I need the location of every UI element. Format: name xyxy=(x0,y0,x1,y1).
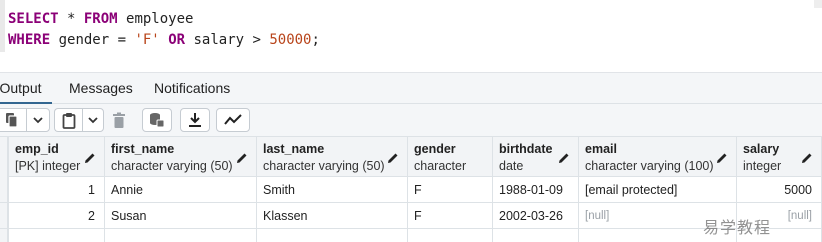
download-icon xyxy=(188,112,202,128)
trash-icon xyxy=(112,112,126,129)
chevron-down-icon xyxy=(88,116,98,124)
column-last-name: last_name character varying (50) Smith K… xyxy=(256,137,407,242)
table-cell[interactable]: 2002-03-26 xyxy=(493,203,578,229)
pencil-icon[interactable] xyxy=(236,151,248,169)
table-cell[interactable]: 5000 xyxy=(737,177,821,203)
tab-label: Data Output xyxy=(0,80,42,96)
row-selector-column xyxy=(0,137,8,242)
copy-icon xyxy=(5,112,19,128)
chevron-down-icon xyxy=(33,116,43,124)
table-cell[interactable]: 1 xyxy=(9,177,104,203)
column-header[interactable]: emp_id [PK] integer xyxy=(9,137,104,177)
column-name: gender xyxy=(414,142,456,156)
pencil-icon[interactable] xyxy=(84,151,96,169)
column-name: first_name xyxy=(111,142,175,156)
sql-text: employee xyxy=(117,11,194,27)
sql-keyword: SELECT xyxy=(8,11,59,27)
column-type: character varying (50) xyxy=(263,159,385,173)
column-name: email xyxy=(585,142,617,156)
sql-line-2[interactable]: WHERE gender = 'F' OR salary > 50000; xyxy=(8,30,320,50)
table-cell[interactable]: Susan xyxy=(105,203,256,229)
column-gender: gender character F F xyxy=(407,137,492,242)
column-header[interactable]: email character varying (100) xyxy=(579,137,736,177)
column-header[interactable]: last_name character varying (50) xyxy=(257,137,407,177)
sql-text: gender = xyxy=(50,32,135,48)
column-header[interactable]: gender character xyxy=(408,137,492,177)
pencil-icon[interactable] xyxy=(387,151,399,169)
sql-keyword: OR xyxy=(168,32,186,48)
graph-visualiser-button[interactable] xyxy=(216,108,250,132)
editor-gutter xyxy=(0,0,5,52)
table-cell[interactable]: Annie xyxy=(105,177,256,203)
column-type: character varying (100) xyxy=(585,159,714,173)
table-cell[interactable]: F xyxy=(408,203,492,229)
sql-number-literal: 50000 xyxy=(269,32,312,48)
results-tab-bar: Data Output Messages Notifications xyxy=(0,72,822,104)
save-data-button[interactable] xyxy=(142,108,172,132)
column-header[interactable]: salary integer xyxy=(737,137,821,177)
editor-scroll-corner xyxy=(814,0,822,8)
column-type: character varying (50) xyxy=(111,159,233,173)
paste-options-dropdown[interactable] xyxy=(82,108,104,132)
download-button[interactable] xyxy=(180,108,210,132)
paste-button[interactable] xyxy=(54,108,82,132)
table-cell[interactable]: [email protected] xyxy=(579,177,736,203)
sql-line-1[interactable]: SELECT * FROM employee xyxy=(8,9,193,29)
watermark-text: 易学教程 xyxy=(703,220,772,237)
sql-text: * xyxy=(58,11,84,27)
column-header[interactable]: birthdate date xyxy=(493,137,578,177)
sql-text: ; xyxy=(311,32,320,48)
results-toolbar xyxy=(0,104,822,136)
column-name: last_name xyxy=(263,142,325,156)
sql-keyword: WHERE xyxy=(8,32,51,48)
tab-messages[interactable]: Messages xyxy=(69,73,133,104)
paste-icon xyxy=(62,112,76,129)
column-birthdate: birthdate date 1988-01-09 2002-03-26 xyxy=(492,137,578,242)
pencil-icon[interactable] xyxy=(801,151,813,169)
column-first-name: first_name character varying (50) Annie … xyxy=(104,137,256,242)
graph-icon xyxy=(224,114,242,126)
sql-text: salary > xyxy=(185,32,270,48)
copy-options-dropdown[interactable] xyxy=(26,108,50,132)
table-cell[interactable]: Klassen xyxy=(257,203,407,229)
table-cell[interactable]: 1988-01-09 xyxy=(493,177,578,203)
sql-keyword: FROM xyxy=(83,11,118,27)
tab-data-output[interactable]: Data Output xyxy=(0,73,52,104)
results-grid: emp_id [PK] integer 1 2 first_name chara… xyxy=(0,136,822,242)
pencil-icon[interactable] xyxy=(558,151,570,169)
table-cell[interactable]: 2 xyxy=(9,203,104,229)
table-cell[interactable]: Smith xyxy=(257,177,407,203)
column-emp-id: emp_id [PK] integer 1 2 xyxy=(8,137,104,242)
sql-string-literal: 'F' xyxy=(134,32,160,48)
copy-button[interactable] xyxy=(0,108,26,132)
row-selector[interactable] xyxy=(0,203,8,229)
pencil-icon[interactable] xyxy=(716,151,728,169)
table-cell[interactable]: F xyxy=(408,177,492,203)
sql-editor[interactable]: SELECT * FROM employee WHERE gender = 'F… xyxy=(0,0,822,72)
column-type: character xyxy=(414,159,467,173)
delete-row-button[interactable] xyxy=(106,108,132,132)
tab-notifications[interactable]: Notifications xyxy=(154,73,230,104)
column-header[interactable]: first_name character varying (50) xyxy=(105,137,256,177)
row-selector[interactable] xyxy=(0,177,8,203)
save-data-icon xyxy=(149,112,165,128)
